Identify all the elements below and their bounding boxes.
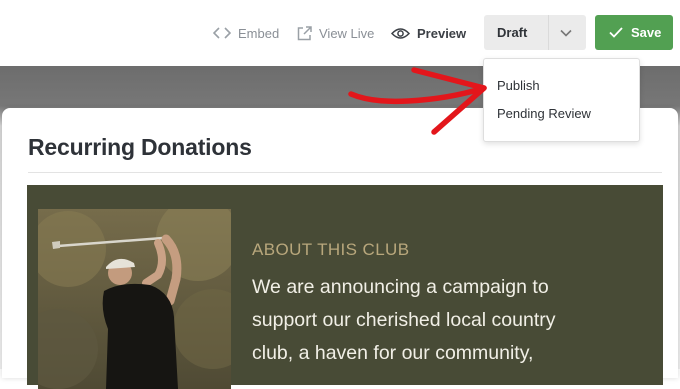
annotation-arrow-icon — [348, 67, 487, 135]
